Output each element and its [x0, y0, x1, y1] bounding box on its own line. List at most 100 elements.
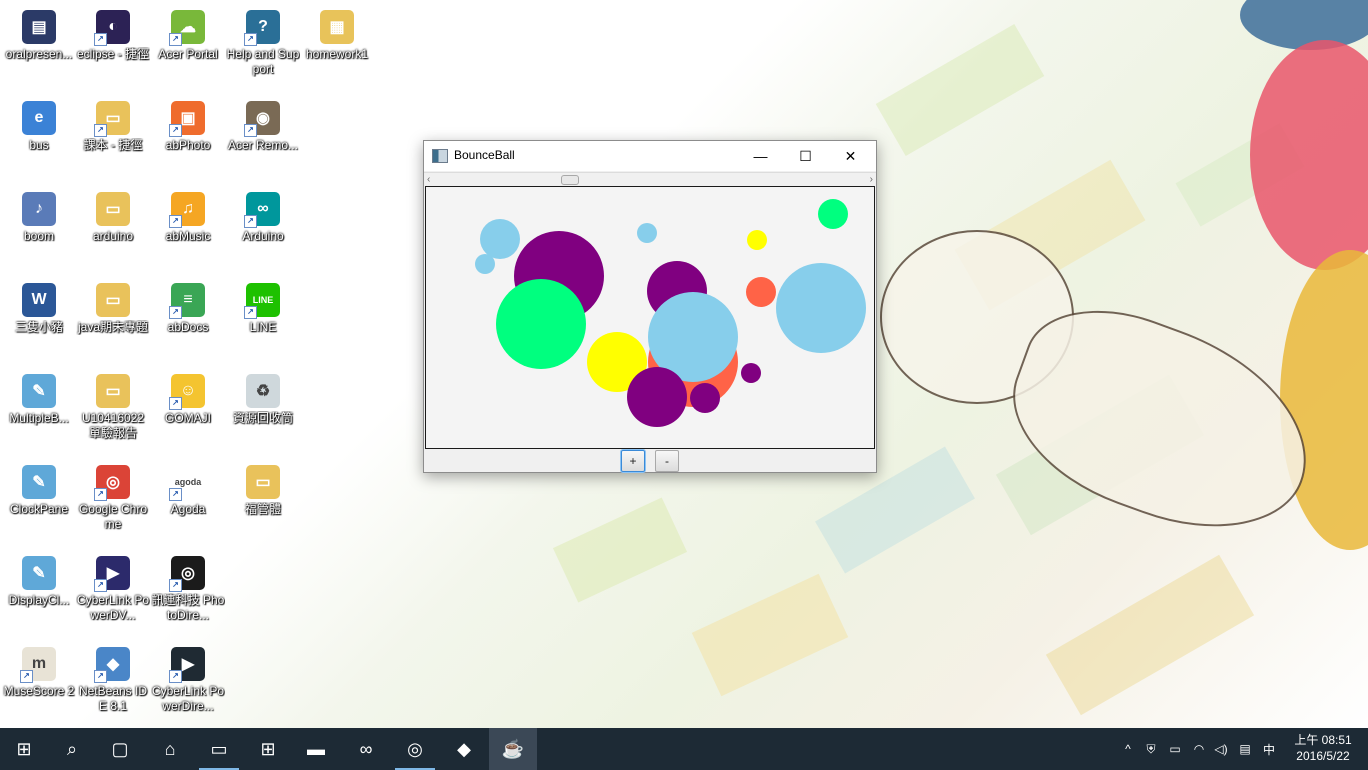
desktop-icon-label: CyberLink PowerDire... — [151, 684, 225, 713]
desktop-icon[interactable]: ≡ ↗ abDocs — [151, 277, 225, 363]
desktop-icon[interactable]: ♫ ↗ abMusic — [151, 186, 225, 272]
desktop-icon[interactable]: W 三隻小豬 — [2, 277, 76, 363]
maximize-button[interactable]: ☐ — [783, 141, 828, 171]
arduino-icon: ∞ ↗ — [244, 192, 280, 228]
ball — [637, 223, 657, 243]
shortcut-arrow-icon: ↗ — [169, 397, 182, 410]
task-view-icon[interactable]: ▢ — [96, 728, 144, 770]
desktop-icon[interactable]: ▭ U10416022 單驗報告 — [76, 368, 150, 454]
desktop-icon[interactable]: ▣ ↗ abPhoto — [151, 95, 225, 181]
chevron-up-icon[interactable]: ^ — [1117, 728, 1139, 770]
bounceball-window[interactable]: BounceBall — ☐ ✕ ‹ › + - — [423, 140, 877, 473]
desktop-icon-label: abPhoto — [165, 138, 211, 152]
remove-ball-button[interactable]: - — [655, 450, 679, 472]
desktop-icon[interactable]: agoda ↗ Agoda — [151, 459, 225, 545]
action-center-icon[interactable]: ▤ — [1234, 728, 1256, 770]
speed-scrollbar[interactable]: ‹ › — [424, 172, 876, 186]
shortcut-arrow-icon: ↗ — [20, 670, 33, 683]
mp3-file-icon: ♪ — [22, 192, 56, 226]
security-icon[interactable]: ⛨ — [1140, 728, 1162, 770]
desktop-icon[interactable]: ◎ ↗ 訊連科技 PhotoDire... — [151, 550, 225, 636]
shortcut-arrow-icon: ↗ — [94, 579, 107, 592]
battery-icon[interactable]: ▭ — [1164, 728, 1186, 770]
desktop-icon-label: eclipse - 捷徑 — [76, 47, 150, 61]
wallpaper-tile — [875, 24, 1045, 156]
pdf-file-icon: e — [22, 101, 56, 135]
add-ball-button[interactable]: + — [621, 450, 645, 472]
desktop-icon-label: boom — [23, 229, 55, 243]
desktop-icon[interactable]: ▤ oralpresen... — [2, 4, 76, 90]
input-method-icon[interactable]: 中 — [1258, 728, 1280, 770]
command-prompt-icon[interactable]: ▬ — [292, 728, 340, 770]
volume-icon[interactable]: ◁) — [1210, 728, 1232, 770]
desktop-icon[interactable]: ✎ ClockPane — [2, 459, 76, 545]
ball — [747, 230, 767, 250]
shortcut-arrow-icon: ↗ — [169, 33, 182, 46]
edge-home-icon[interactable]: ⌂ — [146, 728, 194, 770]
desktop-icon[interactable]: ▭ ↗ 課本 - 捷徑 — [76, 95, 150, 181]
desktop-icon[interactable]: e bus — [2, 95, 76, 181]
folder-icon: ▭ — [96, 283, 130, 317]
wallpaper-tile — [691, 573, 849, 697]
close-button[interactable]: ✕ — [828, 141, 873, 171]
ball — [818, 199, 848, 229]
shortcut-arrow-icon: ↗ — [94, 124, 107, 137]
desktop-icon[interactable]: ♻ 資源回收筒 — [226, 368, 300, 454]
wifi-icon[interactable]: ◠ — [1188, 728, 1210, 770]
desktop-icon[interactable]: ♪ boom — [2, 186, 76, 272]
desktop-icon[interactable]: m ↗ MuseScore 2 — [2, 641, 76, 727]
desktop-icon-label: CyberLink PowerDV... — [76, 593, 150, 622]
desktop-icon[interactable]: ▦ homework1 — [300, 4, 374, 90]
file-explorer-icon[interactable]: ▭ — [195, 728, 243, 770]
clock[interactable]: 上午 08:51 2016/5/22 — [1288, 732, 1358, 764]
java-taskbar-icon[interactable]: ☕ — [489, 728, 537, 770]
desktop-icon-label: ClockPane — [9, 502, 69, 516]
ball — [627, 367, 687, 427]
desktop-icon-label: abDocs — [167, 320, 209, 334]
desktop-icon[interactable]: ☁ ↗ Acer Portal — [151, 4, 225, 90]
ball — [475, 254, 495, 274]
desktop-icon[interactable]: ▭ 福管體 — [226, 459, 300, 545]
wallpaper-tile — [552, 497, 688, 603]
desktop-icon[interactable]: ◎ ↗ Google Chrome — [76, 459, 150, 545]
desktop-icon[interactable]: LINE ↗ LINE — [226, 277, 300, 363]
shortcut-arrow-icon: ↗ — [169, 488, 182, 501]
visual-studio-icon[interactable]: ∞ — [342, 728, 390, 770]
desktop-icon[interactable]: ◆ ↗ NetBeans IDE 8.1 — [76, 641, 150, 727]
desktop-icon[interactable]: ✎ MultipleB... — [2, 368, 76, 454]
desktop-icon[interactable]: ☺ ↗ GOMAJI — [151, 368, 225, 454]
desktop-icon[interactable]: ▶ ↗ CyberLink PowerDire... — [151, 641, 225, 727]
scroll-left-arrow[interactable]: ‹ — [427, 173, 430, 186]
eclipse-icon: ◐ ↗ — [94, 10, 130, 46]
netbeans-taskbar-icon[interactable]: ◆ — [440, 728, 488, 770]
desktop-icon[interactable]: ▶ ↗ CyberLink PowerDV... — [76, 550, 150, 636]
photodirector-icon: ◎ ↗ — [169, 556, 205, 592]
powerdirector-icon: ▶ ↗ — [169, 647, 205, 683]
desktop-icon[interactable]: ▭ java期末專題 — [76, 277, 150, 363]
acer-remote-icon: ◉ ↗ — [244, 101, 280, 137]
powerdvd-icon: ▶ ↗ — [94, 556, 130, 592]
windows-start-icon[interactable]: ⊞ — [0, 728, 48, 770]
musescore-icon: m ↗ — [20, 647, 56, 683]
desktop-icon[interactable]: ◐ ↗ eclipse - 捷徑 — [76, 4, 150, 90]
minimize-button[interactable]: — — [738, 141, 783, 171]
store-icon[interactable]: ⊞ — [244, 728, 292, 770]
recycle-bin-icon: ♻ — [246, 374, 280, 408]
scroll-right-arrow[interactable]: › — [870, 173, 873, 186]
desktop-icon-label: oralpresen... — [5, 47, 73, 61]
desktop-icon-label: Help and Support — [226, 47, 300, 76]
notepad-icon: ✎ — [22, 465, 56, 499]
ball — [746, 277, 776, 307]
scroll-thumb[interactable] — [561, 175, 579, 185]
search-icon[interactable]: ⌕ — [48, 728, 96, 770]
desktop-icon[interactable]: ◉ ↗ Acer Remo... — [226, 95, 300, 181]
desktop-icon[interactable]: ✎ DisplayCl... — [2, 550, 76, 636]
ball — [741, 363, 761, 383]
desktop-icon[interactable]: ? ↗ Help and Support — [226, 4, 300, 90]
chrome-taskbar-icon[interactable]: ◎ — [391, 728, 439, 770]
desktop-icon[interactable]: ∞ ↗ Arduino — [226, 186, 300, 272]
abdocs-icon: ≡ ↗ — [169, 283, 205, 319]
shortcut-arrow-icon: ↗ — [244, 215, 257, 228]
desktop-icon[interactable]: ▭ arduino — [76, 186, 150, 272]
title-bar[interactable]: BounceBall — ☐ ✕ — [424, 141, 876, 171]
